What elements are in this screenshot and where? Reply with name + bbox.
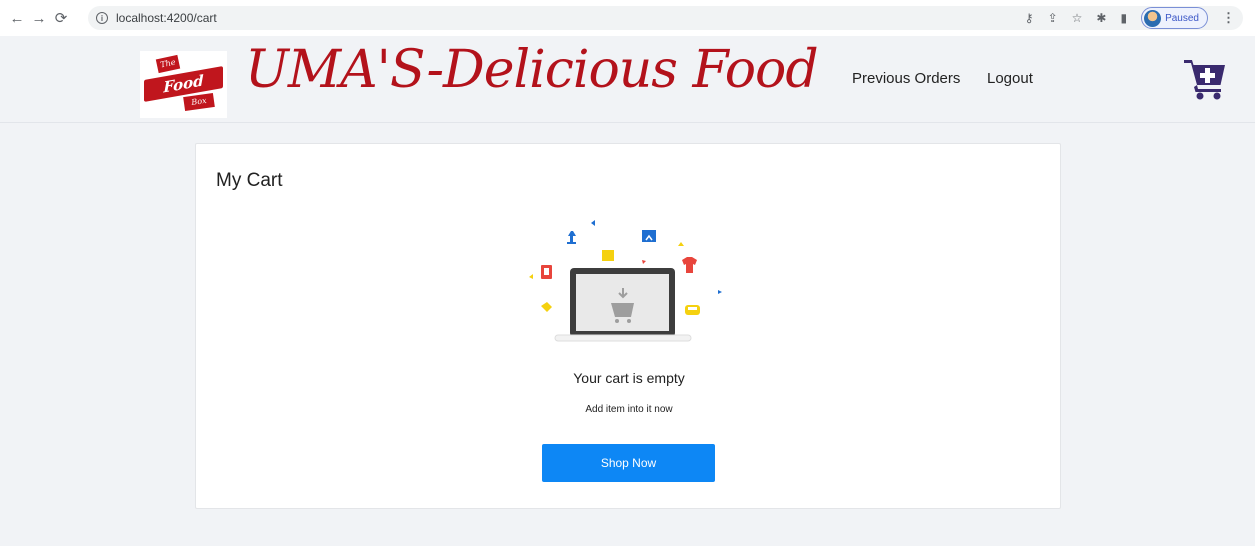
avatar [1144,9,1162,27]
omnibox-actions: ⚷ ⇪ ☆ ✱ ▮ Paused ⋮ [1025,6,1243,30]
empty-cart-illustration [529,220,722,342]
info-icon[interactable]: i [96,12,108,24]
profile-button[interactable]: Paused [1141,7,1208,29]
cart-plus-icon[interactable] [1183,56,1227,100]
cart-card: My Cart Your cart is empty Add item into… [195,143,1061,509]
empty-cart-subtitle: Add item into it now [585,404,673,415]
page-title: My Cart [216,170,283,191]
browser-toolbar: ← → ⟳ i localhost:4200/cart ⚷ ⇪ ☆ ✱ ▮ Pa… [0,0,1255,36]
key-icon[interactable]: ⚷ [1025,11,1034,25]
empty-cart-title: Your cart is empty [573,370,685,386]
menu-icon[interactable]: ⋮ [1222,10,1235,26]
address-bar[interactable]: i localhost:4200/cart ⚷ ⇪ ☆ ✱ ▮ Paused ⋮ [88,6,1243,30]
url-text[interactable]: localhost:4200/cart [116,11,217,25]
previous-orders-link[interactable]: Previous Orders [852,70,960,87]
logo-the-text: The [155,54,181,74]
app-header: The Food Box UMA'S-Delicious Food Previo… [0,36,1255,123]
reload-icon[interactable]: ⟳ [50,7,72,29]
forward-icon[interactable]: → [28,7,50,29]
shop-now-button[interactable]: Shop Now [542,444,715,482]
share-icon[interactable]: ⇪ [1048,11,1058,25]
star-icon[interactable]: ☆ [1072,11,1083,25]
profile-status: Paused [1165,12,1199,24]
brand-title: UMA'S-Delicious Food [245,40,819,100]
logo-box-text: Box [183,92,215,112]
logout-link[interactable]: Logout [987,70,1033,87]
food-box-logo[interactable]: The Food Box [140,51,227,118]
sidepanel-icon[interactable]: ▮ [1120,11,1127,25]
back-icon[interactable]: ← [6,7,28,29]
extensions-icon[interactable]: ✱ [1096,11,1106,25]
